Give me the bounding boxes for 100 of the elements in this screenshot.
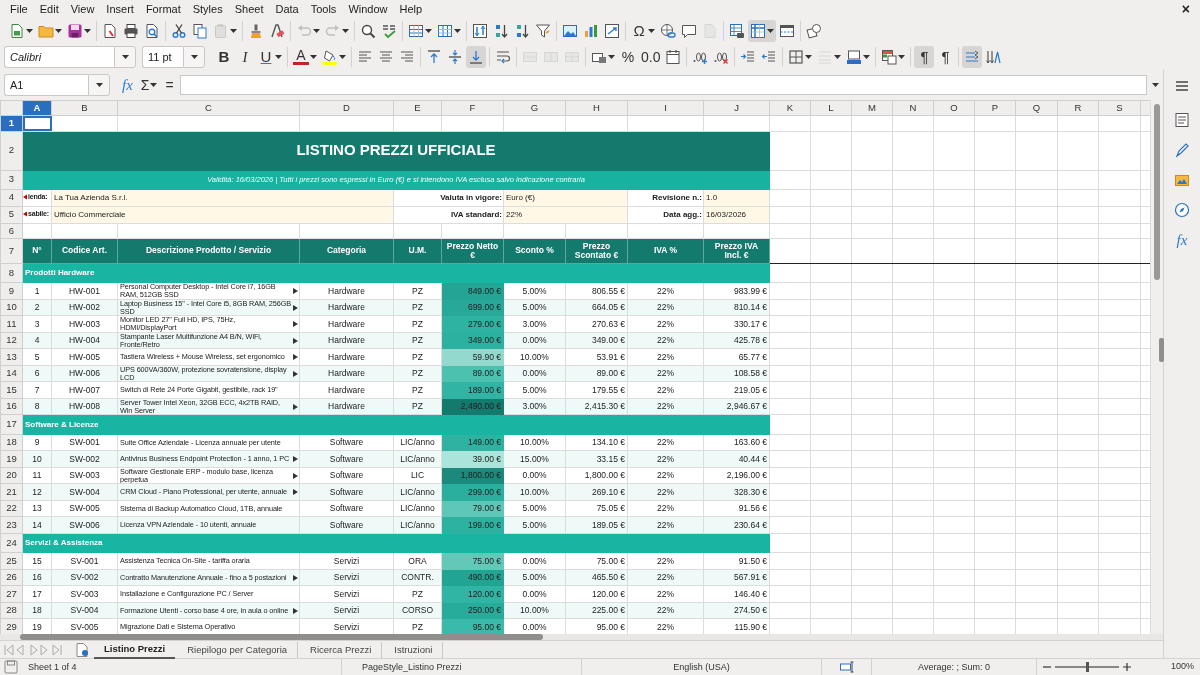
column-header[interactable]: B <box>51 100 118 116</box>
border-color-icon <box>846 49 863 65</box>
menu-item[interactable]: File <box>4 0 34 18</box>
sidebar-handle[interactable] <box>1159 338 1164 362</box>
font-color-button[interactable]: A <box>291 46 319 68</box>
dropdown-button[interactable] <box>88 74 110 96</box>
row-header[interactable]: 8 <box>0 263 23 283</box>
menu-item[interactable]: Data <box>269 0 305 18</box>
special-character-button[interactable]: Ω <box>629 20 657 42</box>
sum-button[interactable]: Σ <box>138 74 160 96</box>
row-header[interactable]: 7 <box>0 238 23 264</box>
menu-item[interactable]: View <box>64 0 101 18</box>
ltr-button[interactable]: ¶ <box>914 46 935 68</box>
rtl-button[interactable]: ¶ <box>935 46 956 68</box>
copy-icon <box>192 23 208 39</box>
item-unit: LIC/anno <box>393 434 442 451</box>
horizontal-scrollbar[interactable] <box>0 634 1163 640</box>
bold-button[interactable]: B <box>214 46 234 68</box>
menu-item[interactable]: Help <box>393 0 429 18</box>
menu-item[interactable]: Format <box>139 0 187 18</box>
sheet-tab[interactable]: Ricerca Prezzi <box>300 641 383 658</box>
conditional-format-icon <box>881 49 898 65</box>
column-header[interactable]: F <box>441 100 504 116</box>
formula-button[interactable]: = <box>163 74 176 96</box>
vertical-scrollbar[interactable] <box>1150 100 1163 634</box>
align-bottom-button[interactable] <box>466 46 486 68</box>
decrease-indent-icon <box>761 49 778 65</box>
slider-thumb[interactable] <box>1086 662 1089 672</box>
column-header[interactable]: S <box>1098 100 1141 116</box>
font-size-field[interactable]: 11 pt <box>142 46 183 68</box>
gross-price: 65.77 € <box>703 348 770 366</box>
selected-cell[interactable] <box>22 115 52 131</box>
percent-button[interactable]: % <box>618 46 638 68</box>
italic-button[interactable]: I <box>235 46 255 68</box>
item-unit: ORA <box>393 552 442 570</box>
vat-rate: 22% <box>627 500 704 517</box>
column-header[interactable]: M <box>851 100 893 116</box>
item-category: Hardware <box>299 381 394 399</box>
zoom-out-icon[interactable] <box>1043 663 1051 671</box>
scrollbar-thumb[interactable] <box>20 634 543 640</box>
expand-formula-button[interactable] <box>1151 83 1159 87</box>
sheet-tab[interactable]: Istruzioni <box>384 641 444 658</box>
item-category: Servizi <box>299 552 394 570</box>
column-header[interactable]: I <box>627 100 704 116</box>
row-header[interactable]: 2 <box>0 131 23 170</box>
menu-item[interactable]: Edit <box>33 0 65 18</box>
row-header[interactable]: 24 <box>0 533 23 553</box>
text-direction-icon <box>964 49 981 65</box>
column-header[interactable]: K <box>769 100 811 116</box>
item-number: 13 <box>22 500 52 517</box>
scrollbar-thumb[interactable] <box>1154 104 1160 280</box>
column-header[interactable]: P <box>974 100 1016 116</box>
close-button[interactable]: × <box>1175 0 1196 18</box>
zoom-in-icon[interactable] <box>1123 663 1131 671</box>
text-direction-button[interactable] <box>962 46 983 68</box>
font-name-field[interactable]: Calibri <box>4 46 114 68</box>
column-header[interactable]: L <box>810 100 852 116</box>
column-header[interactable]: N <box>892 100 934 116</box>
formula-input-field[interactable] <box>179 75 1147 95</box>
sheet-tab[interactable]: Riepilogo per Categoria <box>177 641 299 658</box>
document-icon <box>102 23 118 39</box>
column-header[interactable]: R <box>1057 100 1099 116</box>
row-header[interactable]: 17 <box>0 414 23 435</box>
column-header[interactable]: O <box>933 100 975 116</box>
function-wizard-button[interactable]: fx <box>120 73 135 97</box>
column-header[interactable]: H <box>565 100 628 116</box>
caret-icon <box>608 55 615 59</box>
document-icon <box>9 23 25 39</box>
item-code: SV-001 <box>51 552 118 570</box>
column-header[interactable]: G <box>503 100 566 116</box>
search-icon <box>360 23 376 39</box>
printer-icon <box>123 23 139 39</box>
dropdown-button[interactable] <box>114 46 136 68</box>
item-code: HW-007 <box>51 381 118 399</box>
name-box[interactable]: A1 <box>4 74 88 96</box>
menu-item[interactable]: Styles <box>186 0 229 18</box>
freeze-button[interactable] <box>748 20 776 42</box>
align-top-icon <box>426 49 442 65</box>
menu-item[interactable]: Window <box>342 0 394 18</box>
underline-button[interactable]: U <box>256 46 284 68</box>
field-label: Revisione n.: <box>652 192 702 202</box>
column-header[interactable]: E <box>393 100 442 116</box>
sort-ascending-icon <box>493 23 509 39</box>
menu-item[interactable]: Sheet <box>228 0 270 18</box>
column-header[interactable]: D <box>299 100 394 116</box>
sidebar-tab[interactable]: fx <box>1164 230 1200 250</box>
item-code: SW-001 <box>51 434 118 451</box>
caret-icon <box>454 29 461 33</box>
menu-item[interactable]: Insert <box>100 0 140 18</box>
column-header[interactable]: Q <box>1015 100 1058 116</box>
column-header[interactable]: C <box>117 100 300 116</box>
dropdown-button[interactable] <box>183 46 205 68</box>
column-header[interactable]: A <box>22 100 52 116</box>
folder-icon <box>38 23 54 39</box>
number-button[interactable]: 0.0 <box>639 46 663 68</box>
column-header[interactable]: J <box>703 100 770 116</box>
sort-descending-icon <box>514 23 530 39</box>
menu-item[interactable]: Tools <box>304 0 343 18</box>
document-magnifier-icon <box>144 23 160 39</box>
item-number: 11 <box>22 467 52 484</box>
